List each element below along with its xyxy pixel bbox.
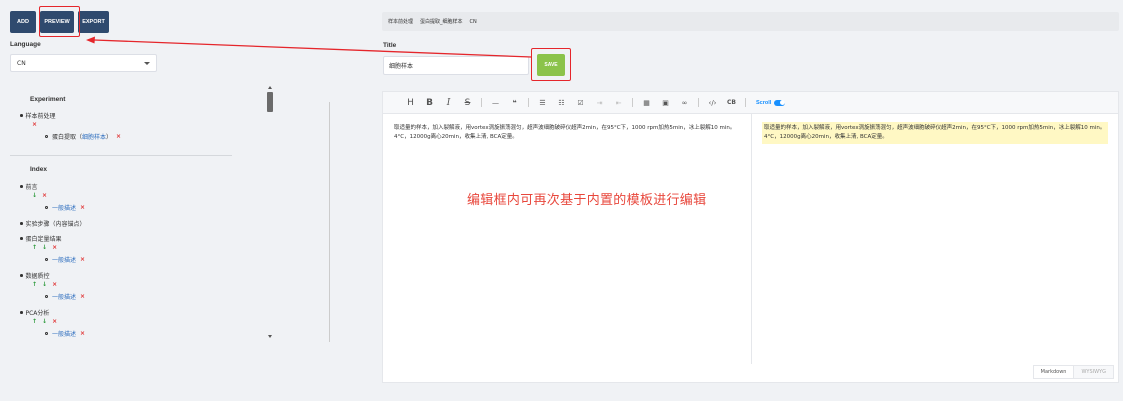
annotation-arrow — [86, 36, 532, 58]
